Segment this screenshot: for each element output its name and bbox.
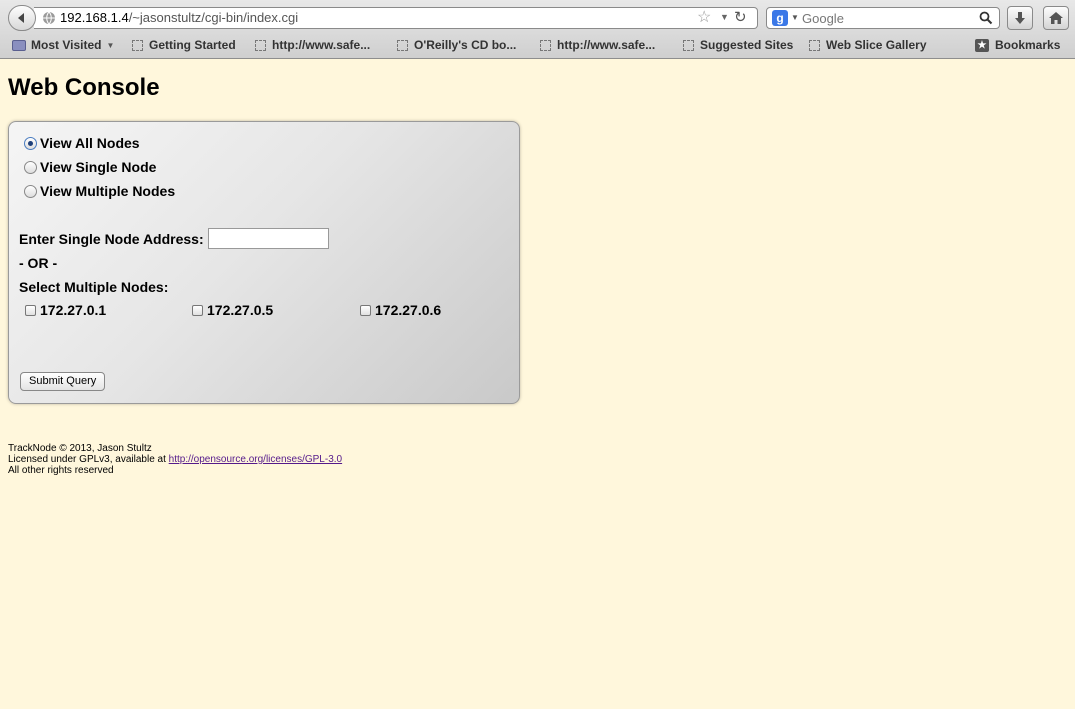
node-label: 172.27.0.5: [207, 302, 274, 318]
google-search-engine-icon[interactable]: g: [772, 10, 788, 26]
page-icon: [255, 39, 266, 51]
back-arrow-icon: [18, 13, 24, 23]
radio-button[interactable]: [24, 136, 37, 150]
checkbox[interactable]: [25, 304, 36, 316]
single-node-label: Enter Single Node Address:: [19, 231, 204, 247]
radio-view-single-node[interactable]: View Single Node: [24, 159, 156, 175]
radio-label: View All Nodes: [40, 135, 140, 151]
node-label: 172.27.0.1: [40, 302, 107, 318]
license-prefix: Licensed under GPLv3, available at: [8, 454, 169, 465]
back-button[interactable]: [8, 5, 36, 31]
checkbox[interactable]: [360, 304, 371, 316]
page-title: Web Console: [8, 74, 160, 101]
radio-button[interactable]: [24, 184, 37, 198]
node-label: 172.27.0.6: [375, 302, 442, 318]
bookmark-web-slice-gallery[interactable]: Web Slice Gallery: [809, 38, 927, 52]
license-line: Licensed under GPLv3, available at http:…: [8, 454, 342, 465]
footer: TrackNode © 2013, Jason Stultz Licensed …: [8, 443, 342, 476]
bookmarks-toolbar: Most Visited ▼ Getting Started http://ww…: [0, 36, 1075, 57]
download-arrow-icon: [1015, 12, 1025, 24]
home-button[interactable]: [1043, 6, 1069, 30]
bookmarks-menu[interactable]: ★ Bookmarks: [975, 38, 1060, 52]
page-icon: [540, 39, 551, 51]
bookmark-safari-1[interactable]: http://www.safe...: [255, 38, 370, 52]
bookmark-label: http://www.safe...: [557, 38, 656, 52]
url-text: 192.168.1.4/~jasonstultz/cgi-bin/index.c…: [60, 10, 298, 25]
node-checkbox-172-27-0-1[interactable]: 172.27.0.1: [25, 302, 106, 318]
url-bar[interactable]: 192.168.1.4/~jasonstultz/cgi-bin/index.c…: [34, 7, 758, 29]
node-checkbox-172-27-0-6[interactable]: 172.27.0.6: [360, 302, 441, 318]
bookmark-label: Getting Started: [149, 38, 236, 52]
navigation-toolbar: 192.168.1.4/~jasonstultz/cgi-bin/index.c…: [0, 0, 1075, 35]
checkbox[interactable]: [192, 304, 203, 316]
home-icon: [1049, 12, 1063, 24]
node-checkbox-172-27-0-5[interactable]: 172.27.0.5: [192, 302, 273, 318]
bookmark-most-visited[interactable]: Most Visited ▼: [12, 38, 114, 52]
bookmark-label: O'Reilly's CD bo...: [414, 38, 517, 52]
multi-node-label: Select Multiple Nodes:: [19, 279, 169, 295]
search-placeholder: Google: [802, 11, 844, 26]
node-query-form: View All Nodes View Single Node View Mul…: [8, 121, 520, 404]
bookmark-star-icon[interactable]: ☆: [697, 9, 711, 27]
radio-view-multiple-nodes[interactable]: View Multiple Nodes: [24, 183, 175, 199]
page-icon: [397, 39, 408, 51]
radio-view-all-nodes[interactable]: View All Nodes: [24, 135, 140, 151]
bookmarks-star-icon: ★: [975, 38, 989, 52]
page-icon: [683, 39, 694, 51]
bookmark-safari-2[interactable]: http://www.safe...: [540, 38, 655, 52]
url-path: /~jasonstultz/cgi-bin/index.cgi: [128, 10, 299, 25]
search-engine-dropdown-icon[interactable]: ▼: [791, 13, 799, 22]
bookmark-label: Most Visited: [31, 38, 102, 52]
rights-text: All other rights reserved: [8, 465, 114, 476]
license-link[interactable]: http://opensource.org/licenses/GPL-3.0: [169, 454, 342, 465]
bookmark-suggested-sites[interactable]: Suggested Sites: [683, 38, 793, 52]
url-history-dropdown-icon[interactable]: ▼: [720, 12, 729, 22]
bookmark-label: http://www.safe...: [272, 38, 371, 52]
bookmark-getting-started[interactable]: Getting Started: [132, 38, 236, 52]
bookmark-label: Bookmarks: [995, 38, 1061, 52]
submit-query-button[interactable]: Submit Query: [20, 372, 106, 391]
page-icon: [132, 39, 143, 51]
bookmark-label: Web Slice Gallery: [826, 38, 927, 52]
radio-button[interactable]: [24, 160, 37, 174]
browser-chrome: 192.168.1.4/~jasonstultz/cgi-bin/index.c…: [0, 0, 1075, 59]
copyright-text: TrackNode © 2013, Jason Stultz: [8, 443, 152, 454]
bookmark-oreilly-cd[interactable]: O'Reilly's CD bo...: [397, 38, 516, 52]
url-host: 192.168.1.4: [60, 10, 129, 25]
search-bar[interactable]: g ▼ Google: [766, 7, 1000, 29]
downloads-button[interactable]: [1007, 6, 1033, 30]
globe-icon: [43, 11, 55, 25]
search-icon[interactable]: [979, 11, 993, 25]
radio-label: View Single Node: [40, 159, 157, 175]
reload-icon[interactable]: ↻: [734, 9, 747, 27]
page-icon: [809, 39, 820, 51]
single-node-address-input[interactable]: [208, 228, 329, 249]
folder-icon: [12, 39, 26, 51]
radio-label: View Multiple Nodes: [40, 183, 176, 199]
bookmark-label: Suggested Sites: [700, 38, 794, 52]
chevron-down-icon: ▼: [106, 40, 115, 50]
or-separator: - OR -: [19, 255, 58, 271]
